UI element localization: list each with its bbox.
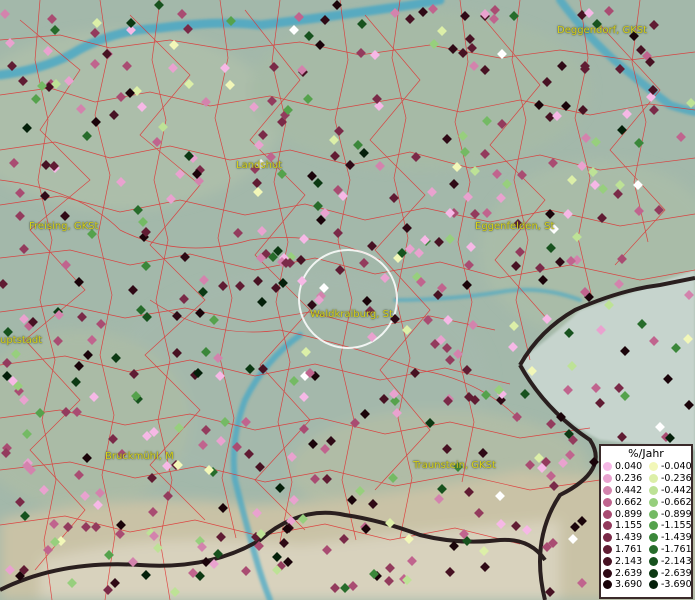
legend-swatch-negative: [649, 556, 658, 566]
city-label-eggenfelden: Eggenfelden, St: [475, 221, 555, 232]
legend-row: 0.040 -0.040: [603, 461, 693, 473]
legend-title: %/Jahr: [628, 447, 664, 460]
legend-swatch-positive: [603, 521, 612, 531]
legend-swatch-negative: [649, 474, 658, 484]
legend-value-negative: -1.761: [661, 543, 692, 555]
legend-row: 1.761 -1.761: [603, 544, 693, 556]
legend-value-negative: -1.155: [661, 520, 692, 532]
legend-swatch-negative: [649, 462, 658, 472]
map-view[interactable]: Deggendorf, GKSt Landshut Freising, GKSt…: [0, 0, 695, 600]
legend-swatch-positive: [603, 533, 612, 543]
legend-swatch-negative: [649, 533, 658, 543]
legend-value-positive: 1.439: [615, 532, 643, 544]
legend-value-negative: -0.662: [661, 496, 692, 508]
legend-row: 0.662 -0.662: [603, 496, 693, 508]
legend-swatch-negative: [649, 521, 658, 531]
legend-row: 1.155 -1.155: [603, 520, 693, 532]
city-label-hauptstadt: uptstadt: [0, 335, 43, 346]
legend-swatch-negative: [649, 580, 658, 590]
legend-value-positive: 1.761: [615, 543, 643, 555]
legend-row: 0.899 -0.899: [603, 508, 693, 520]
legend-value-positive: 1.155: [615, 520, 643, 532]
legend-swatch-positive: [603, 544, 612, 554]
legend-value-positive: 3.690: [615, 579, 643, 591]
legend-value-positive: 2.143: [615, 555, 643, 567]
legend-swatch-positive: [603, 580, 612, 590]
legend-value-positive: 0.442: [615, 484, 643, 496]
legend-value-positive: 2.639: [615, 567, 643, 579]
legend-row: 2.143 -2.143: [603, 555, 693, 567]
legend-row: 0.442 -0.442: [603, 485, 693, 497]
legend-value-negative: -3.690: [661, 579, 692, 591]
city-label-traunstein: Traunstein, GKSt: [413, 460, 496, 471]
city-label-landshut: Landshut: [236, 160, 283, 171]
legend-swatch-positive: [603, 485, 612, 495]
legend-swatch-positive: [603, 556, 612, 566]
legend-swatch-positive: [603, 474, 612, 484]
legend-row: 0.236 -0.236: [603, 473, 693, 485]
legend-value-negative: -0.899: [661, 508, 692, 520]
city-label-deggendorf: Deggendorf, GKSt: [557, 25, 648, 36]
legend-value-negative: -2.639: [661, 567, 692, 579]
legend-swatch-negative: [649, 497, 658, 507]
city-label-bruckmuehl: Bruckmühl, M: [105, 451, 174, 462]
legend-row: 2.639 -2.639: [603, 567, 693, 579]
city-label-freising: Freising, GKSt: [29, 221, 99, 232]
legend-value-negative: -0.040: [661, 461, 692, 473]
legend-value-positive: 0.899: [615, 508, 643, 520]
legend-value-positive: 0.040: [615, 461, 643, 473]
legend-value-positive: 0.662: [615, 496, 643, 508]
legend-swatch-positive: [603, 568, 612, 578]
legend-swatch-negative: [649, 509, 658, 519]
legend-row: 1.439 -1.439: [603, 532, 693, 544]
legend-swatch-negative: [649, 544, 658, 554]
legend-value-negative: -0.236: [661, 473, 692, 485]
legend-swatch-positive: [603, 509, 612, 519]
legend-value-positive: 0.236: [615, 473, 643, 485]
legend-swatch-negative: [649, 568, 658, 578]
legend-swatch-positive: [603, 497, 612, 507]
map-canvas: [0, 0, 695, 600]
legend-value-negative: -2.143: [661, 555, 692, 567]
legend-rows: 0.040 -0.040 0.236 -0.236 0.442 -0.442 0.662 -0…: [603, 461, 693, 591]
legend-swatch-negative: [649, 485, 658, 495]
legend-swatch-positive: [603, 462, 612, 472]
city-label-waldkraiburg: Waldkraiburg, St: [310, 309, 393, 320]
legend-value-negative: -0.442: [661, 484, 692, 496]
legend-row: 3.690 -3.690: [603, 579, 693, 591]
map-legend: %/Jahr 0.040 -0.040 0.236 -0.236 0.442 -0.442…: [599, 444, 693, 599]
legend-value-negative: -1.439: [661, 532, 692, 544]
